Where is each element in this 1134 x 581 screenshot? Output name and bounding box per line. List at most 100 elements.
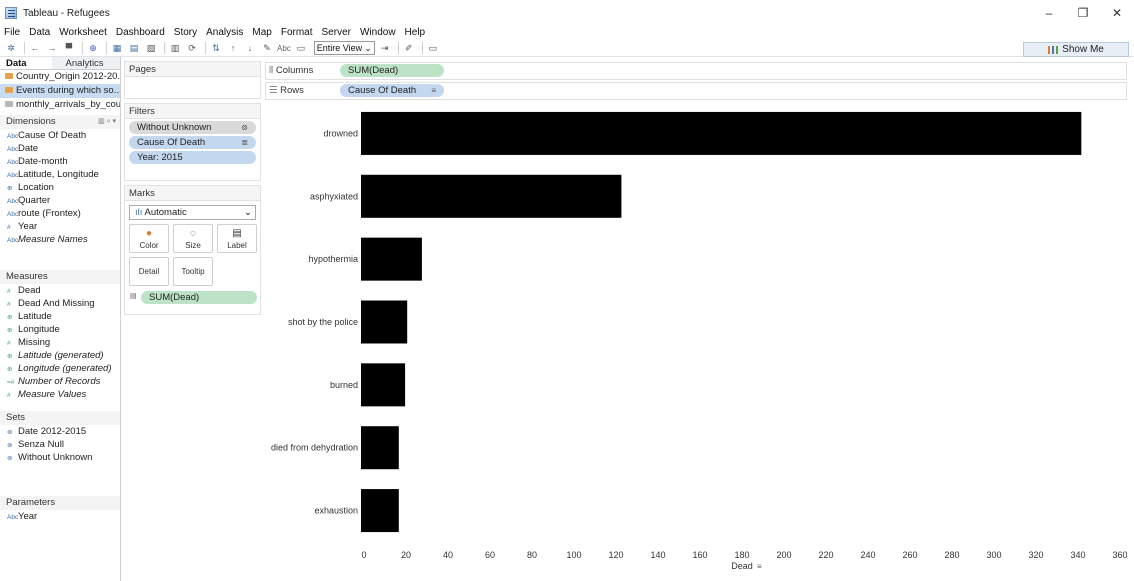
datasource-item[interactable]: Events during which so...: [0, 84, 120, 98]
highlight-icon[interactable]: ✎: [260, 42, 274, 54]
measure-type-field[interactable]: # Dead And Missing: [0, 297, 120, 310]
sort-ascending-icon[interactable]: ↑: [226, 42, 240, 54]
detail-button[interactable]: Detail: [129, 257, 169, 286]
sum-dead-mark-pill[interactable]: SUM(Dead): [141, 291, 257, 304]
label-button[interactable]: ▤ Label: [217, 224, 257, 253]
save-icon[interactable]: ▀: [62, 42, 76, 54]
menu-analysis[interactable]: Analysis: [206, 27, 243, 38]
sets-header: Sets: [0, 411, 120, 425]
pen-icon[interactable]: ✐: [402, 42, 416, 54]
bar-exhaustion[interactable]: [361, 489, 399, 533]
show-me-button[interactable]: Show Me: [1023, 42, 1129, 57]
dimension-type-field[interactable]: AbcLatitude, Longitude: [0, 168, 120, 181]
filters-card[interactable]: Filters Without Unknown ⊚ Cause Of Death ≣ Y…: [124, 103, 261, 181]
tableau-logo-icon[interactable]: ✲: [4, 42, 18, 54]
view-mode-select[interactable]: Entire View ⌄: [313, 41, 375, 55]
dimension-type-field[interactable]: AbcCause Of Death: [0, 129, 120, 142]
menu-window[interactable]: Window: [360, 27, 396, 38]
dimension-type-field[interactable]: AbcDate-month: [0, 155, 120, 168]
filter-pill[interactable]: Cause Of Death ≣: [129, 136, 256, 149]
marks-card: Marks ılı Automatic ⌄ ● Color ◌ Size ▤ L…: [124, 185, 261, 315]
filter-pill[interactable]: Without Unknown ⊚: [129, 121, 256, 134]
datasource-label: Events during which so...: [16, 85, 120, 96]
color-button[interactable]: ● Color: [129, 224, 169, 253]
parameters-header: Parameters: [0, 496, 120, 510]
filter-pill[interactable]: Year: 2015: [129, 151, 256, 164]
measure-type-field[interactable]: # Dead: [0, 284, 120, 297]
mark-type-label: Automatic: [144, 207, 187, 218]
show-mark-labels-button[interactable]: Abc: [277, 44, 291, 53]
swap-rows-columns-icon[interactable]: ⇅: [209, 42, 223, 54]
sum-dead-column-pill[interactable]: SUM(Dead): [340, 64, 444, 77]
toolbar-separator: [82, 42, 83, 54]
bar-died-from-dehydration[interactable]: [361, 426, 399, 470]
sort-descending-icon[interactable]: ↓: [243, 42, 257, 54]
redo-icon[interactable]: →: [45, 42, 59, 54]
dimension-type-field[interactable]: AbcQuarter: [0, 194, 120, 207]
minimize-button[interactable]: –: [1032, 0, 1066, 26]
bar-shot-by-the-police[interactable]: [361, 300, 408, 344]
bar-burned[interactable]: [361, 363, 406, 407]
new-worksheet-icon[interactable]: ▦: [110, 42, 124, 54]
dimension-type-field[interactable]: Abcroute (Frontex): [0, 207, 120, 220]
measure-type-field[interactable]: ⊕ Longitude: [0, 323, 120, 336]
set-field[interactable]: ⊚ Senza Null: [0, 438, 120, 451]
fit-icon[interactable]: ▭: [294, 42, 308, 54]
bar-asphyxiated[interactable]: [361, 174, 622, 218]
columns-shelf-label: ⦀ Columns: [269, 63, 313, 79]
menu-story[interactable]: Story: [174, 27, 197, 38]
pages-card[interactable]: Pages: [124, 61, 261, 99]
field-label: Number of Records: [18, 376, 101, 387]
measure-type-field[interactable]: ⊕ Latitude: [0, 310, 120, 323]
menu-data[interactable]: Data: [29, 27, 50, 38]
menu-worksheet[interactable]: Worksheet: [59, 27, 107, 38]
refresh-icon[interactable]: ⟳: [185, 42, 199, 54]
tooltip-button[interactable]: Tooltip: [173, 257, 213, 286]
parameter-field[interactable]: AbcYear: [0, 510, 120, 523]
maximize-button[interactable]: ❐: [1066, 0, 1100, 26]
menu-file[interactable]: File: [4, 27, 20, 38]
measure-type-field[interactable]: ⊕ Longitude (generated): [0, 362, 120, 375]
dimension-tools-icon[interactable]: ▥ ⌕ ▾: [98, 115, 116, 129]
close-button[interactable]: ✕: [1100, 0, 1134, 26]
axis-sort-icon[interactable]: ≡: [757, 562, 762, 571]
menu-help[interactable]: Help: [405, 27, 426, 38]
x-axis-title[interactable]: Dead: [731, 561, 753, 571]
menu-map[interactable]: Map: [252, 27, 271, 38]
menu-server[interactable]: Server: [322, 27, 351, 38]
set-field[interactable]: ⊚ Date 2012-2015: [0, 425, 120, 438]
measures-title: Measures: [6, 271, 48, 282]
duplicate-sheet-icon[interactable]: ▤: [127, 42, 141, 54]
cause-of-death-row-pill[interactable]: Cause Of Death ≡: [340, 84, 444, 97]
bar-hypothermia[interactable]: [361, 237, 422, 281]
presentation-mode-icon[interactable]: ▭: [426, 42, 440, 54]
measure-type-field[interactable]: =# Number of Records: [0, 375, 120, 388]
menu-dashboard[interactable]: Dashboard: [116, 27, 165, 38]
datasource-item[interactable]: monthly_arrivals_by_cou...: [0, 98, 120, 112]
pause-updates-icon[interactable]: ▥: [168, 42, 182, 54]
bar-drowned[interactable]: [361, 111, 1082, 155]
tab-data[interactable]: Data: [0, 57, 52, 69]
set-field[interactable]: ⊚ Without Unknown: [0, 451, 120, 464]
tab-analytics[interactable]: Analytics: [51, 57, 120, 69]
mark-type-select[interactable]: ılı Automatic ⌄: [129, 205, 256, 220]
new-datasource-icon[interactable]: ⊕: [86, 42, 100, 54]
datasource-item[interactable]: Country_Origin 2012-20...: [0, 70, 120, 84]
measure-type-field[interactable]: # Missing: [0, 336, 120, 349]
menu-format[interactable]: Format: [281, 27, 313, 38]
size-button[interactable]: ◌ Size: [173, 224, 213, 253]
field-label: Without Unknown: [18, 452, 93, 463]
rows-shelf[interactable]: ☰ Rows Cause Of Death ≡: [265, 82, 1127, 100]
dimension-type-field[interactable]: ⊕ Location: [0, 181, 120, 194]
dimension-type-field[interactable]: AbcDate: [0, 142, 120, 155]
fix-axes-icon[interactable]: ⇥: [378, 42, 392, 54]
clear-sheet-icon[interactable]: ▧: [144, 42, 158, 54]
measure-type-field[interactable]: ⊕ Latitude (generated): [0, 349, 120, 362]
field-label: Location: [18, 182, 54, 193]
columns-shelf[interactable]: ⦀ Columns SUM(Dead): [265, 62, 1127, 80]
undo-icon[interactable]: ←: [28, 42, 42, 54]
measure-type-field[interactable]: # Measure Values: [0, 388, 120, 401]
x-tick-label: 240: [860, 550, 875, 560]
dimension-type-field[interactable]: # Year: [0, 220, 120, 233]
dimension-type-field[interactable]: AbcMeasure Names: [0, 233, 120, 246]
